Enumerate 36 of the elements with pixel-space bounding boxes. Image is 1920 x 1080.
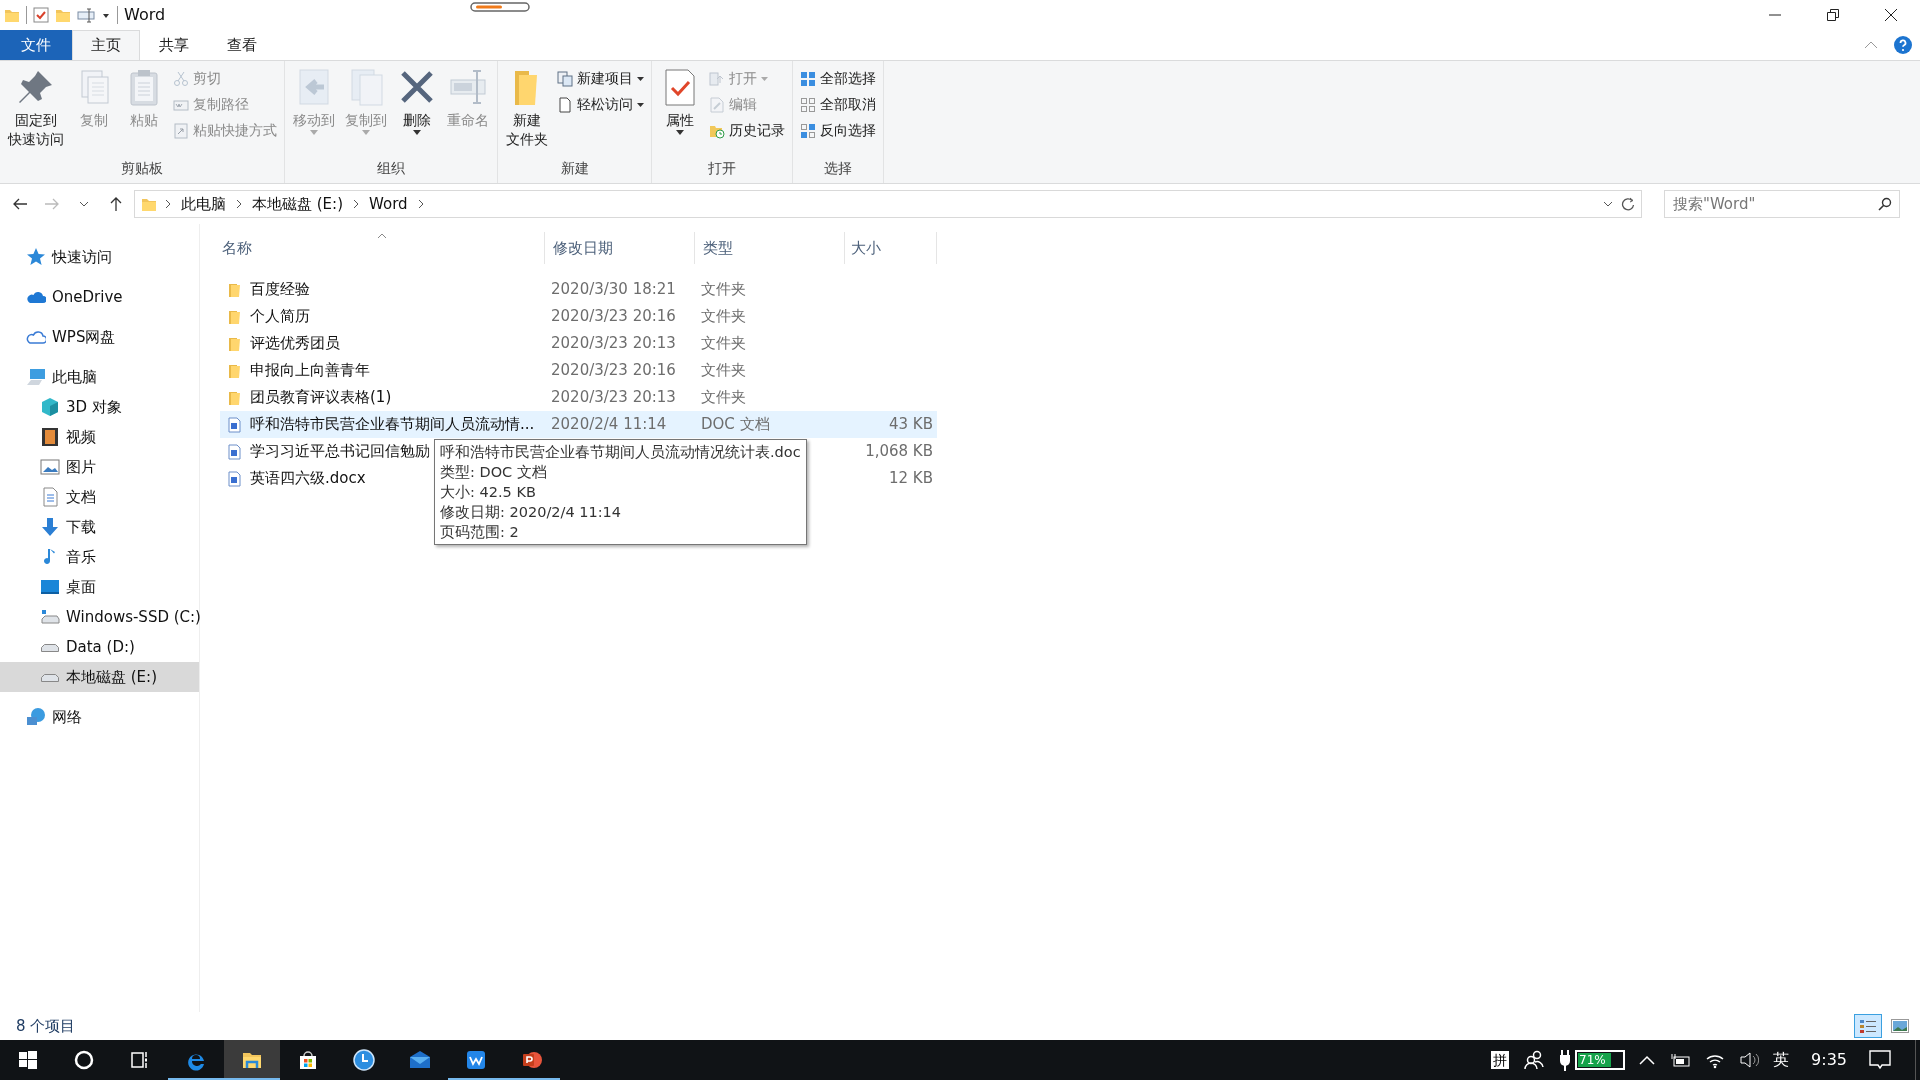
tooltip-line: 类型: DOC 文档 <box>440 463 548 482</box>
file-name: 团员教育评议表格(1) <box>250 387 392 409</box>
file-date: 2020/3/23 20:16 <box>551 361 676 380</box>
file-name: 英语四六级.docx <box>250 468 366 490</box>
file-type: 文件夹 <box>701 307 746 326</box>
tooltip-line: 呼和浩特市民营企业春节期间人员流动情况统计表.doc <box>440 443 801 462</box>
file-date: 2020/2/4 11:14 <box>551 415 667 434</box>
file-size: 12 KB <box>889 469 933 488</box>
file-type: 文件夹 <box>701 388 746 407</box>
file-size: 43 KB <box>889 415 933 434</box>
file-type: 文件夹 <box>701 280 746 299</box>
window-title: Word <box>124 4 166 26</box>
file-date: 2020/3/23 20:16 <box>551 307 676 326</box>
file-name: 百度经验 <box>250 279 310 301</box>
item-count: 8 个项目 <box>16 1015 76 1037</box>
tooltip-line: 大小: 42.5 KB <box>440 483 537 502</box>
file-type: DOC 文档 <box>701 415 770 434</box>
file-name: 评选优秀团员 <box>250 333 340 355</box>
group-label: 选择 <box>823 159 853 178</box>
file-name: 学习习近平总书记回信勉励 <box>250 441 430 463</box>
tooltip-line: 修改日期: 2020/2/4 11:14 <box>440 503 622 522</box>
battery-percentage: 71% <box>1578 1052 1606 1069</box>
group-label: 剪贴板 <box>120 159 164 178</box>
group-label: 组织 <box>376 159 406 178</box>
file-name: 呼和浩特市民营企业春节期间人员流动情... <box>250 414 535 436</box>
file-date: 2020/3/23 20:13 <box>551 334 676 353</box>
file-type: 文件夹 <box>701 361 746 380</box>
file-size: 1,068 KB <box>865 442 933 461</box>
file-name: 个人简历 <box>250 306 310 328</box>
file-date: 2020/3/23 20:13 <box>551 388 676 407</box>
file-date: 2020/3/30 18:21 <box>551 280 676 299</box>
file-type: 文件夹 <box>701 334 746 353</box>
group-label: 新建 <box>559 159 590 178</box>
file-name: 申报向上向善青年 <box>250 360 370 382</box>
group-label: 打开 <box>707 159 737 178</box>
tooltip-line: 页码范围: 2 <box>440 523 520 542</box>
